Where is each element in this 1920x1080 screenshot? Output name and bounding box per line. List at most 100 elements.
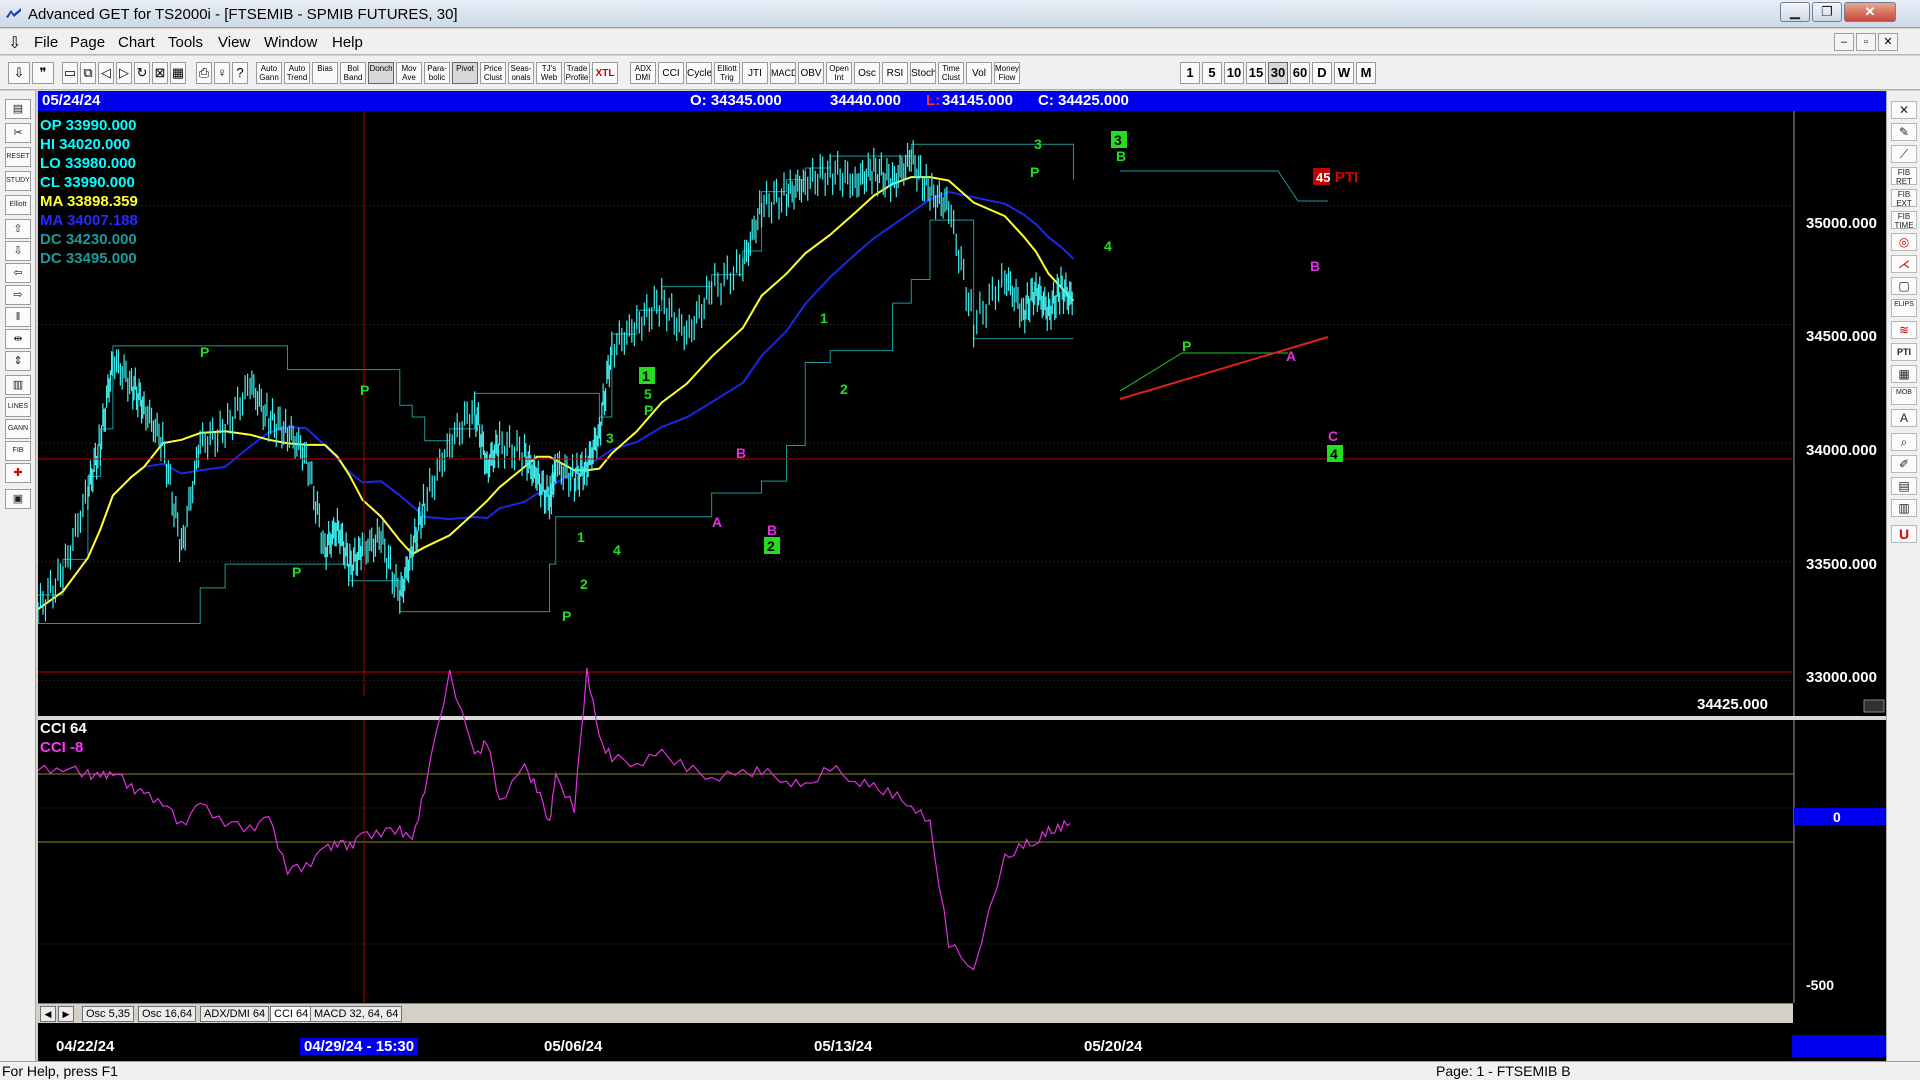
tool-mov-ave[interactable]: Mov Ave [396, 62, 422, 84]
menu-chart[interactable]: Chart [118, 34, 155, 51]
period-1[interactable]: 1 [1180, 62, 1200, 84]
mdi-restore-icon[interactable]: ▫ [1856, 33, 1876, 51]
elliott-icon[interactable]: Elliott [5, 195, 31, 215]
zoom-icon[interactable]: ⌕ [1891, 433, 1917, 451]
tool-time-clust[interactable]: Time Clust [938, 62, 964, 84]
fib-icon[interactable]: FIB [5, 441, 31, 461]
menu-view[interactable]: View [218, 34, 250, 51]
pencil-icon[interactable]: ✎ [1891, 123, 1917, 141]
tool-bol-band[interactable]: Bol Band [340, 62, 366, 84]
period-10[interactable]: 10 [1224, 62, 1244, 84]
pointer-icon[interactable]: ⇩ [8, 62, 30, 84]
maximize-button[interactable]: ❐ [1812, 2, 1842, 22]
tab-osc-5-35[interactable]: Osc 5,35 [82, 1006, 135, 1022]
fib-extension-icon[interactable]: FIB EXT [1891, 189, 1917, 208]
minimize-button[interactable]: ▁ [1780, 2, 1810, 22]
close-button[interactable]: ✕ [1844, 2, 1896, 22]
tool-money-flow[interactable]: Money Flow [994, 62, 1020, 84]
period-monthly[interactable]: M [1356, 62, 1376, 84]
period-weekly[interactable]: W [1334, 62, 1354, 84]
new-page-icon[interactable]: ▭ [62, 62, 78, 84]
period-30[interactable]: 30 [1268, 62, 1288, 84]
menu-tools[interactable]: Tools [168, 34, 203, 51]
grid-icon[interactable]: ▦ [170, 62, 186, 84]
tool-auto-gann[interactable]: Auto Gann [256, 62, 282, 84]
arrow-up-icon[interactable]: ⇧ [5, 219, 31, 239]
tool-trade-profile[interactable]: Trade Profile [564, 62, 590, 84]
copy-icon[interactable]: ⧉ [80, 62, 96, 84]
chart-window[interactable]: PPP15P3142PBAB2123P3B4PBAC4 35000.000 34… [38, 91, 1886, 1061]
open-folder-icon[interactable]: ▤ [5, 99, 31, 119]
tool-cycles[interactable]: Cycles [686, 62, 712, 84]
tool-pivot[interactable]: Pivot [452, 62, 478, 84]
fib-time-icon[interactable]: FIB TIME [1891, 211, 1917, 230]
tool-price-clust[interactable]: Price Clust [480, 62, 506, 84]
menu-file[interactable]: File [34, 34, 58, 51]
brush-icon[interactable]: ✐ [1891, 455, 1917, 473]
mob-icon[interactable]: MOB [1891, 387, 1917, 405]
tool-open-int[interactable]: Open Int [826, 62, 852, 84]
mdi-minimize-icon[interactable]: ‒ [1834, 33, 1854, 51]
tool-cci[interactable]: CCI [658, 62, 684, 84]
tool-obv[interactable]: OBV [798, 62, 824, 84]
compress-icon[interactable]: ‖ [5, 307, 31, 327]
text-tool-icon[interactable]: A [1891, 409, 1917, 427]
spiral-icon[interactable]: ◎ [1891, 233, 1917, 251]
period-60[interactable]: 60 [1290, 62, 1310, 84]
magnet-icon[interactable]: U [1891, 525, 1917, 543]
mdi-close-icon[interactable]: ✕ [1878, 33, 1898, 51]
tool-stoch[interactable]: Stoch [910, 62, 936, 84]
tab-adx-dmi-64[interactable]: ADX/DMI 64 [200, 1006, 270, 1022]
help-pointer-icon[interactable]: ? [232, 62, 248, 84]
tool-osc[interactable]: Osc [854, 62, 880, 84]
tab-next-icon[interactable]: ▶ [58, 1006, 74, 1022]
menu-page[interactable]: Page [70, 34, 105, 51]
tool-auto-trend[interactable]: Auto Trend [284, 62, 310, 84]
scissors-icon[interactable]: ✂ [5, 123, 31, 143]
box-icon[interactable]: ▢ [1891, 277, 1917, 295]
gann-icon[interactable]: GANN [5, 419, 31, 439]
pti-tool-icon[interactable]: PTI [1891, 343, 1917, 361]
tab-macd[interactable]: MACD 32, 64, 64 [310, 1006, 403, 1022]
menu-help[interactable]: Help [332, 34, 363, 51]
expand-horizontal-icon[interactable]: ⇹ [5, 329, 31, 349]
ellipse-icon[interactable]: ELIPS [1891, 299, 1917, 317]
grid-tool-icon[interactable]: ▤ [1891, 477, 1917, 495]
notes-icon[interactable]: ▥ [1891, 499, 1917, 517]
tool-seasonals[interactable]: Seas-onals [508, 62, 534, 84]
chart-small-icon[interactable] [1863, 699, 1885, 713]
period-15[interactable]: 15 [1246, 62, 1266, 84]
tab-osc-16-64[interactable]: Osc 16,64 [138, 1006, 197, 1022]
split-icon[interactable]: ▥ [5, 375, 31, 395]
chart-canvas[interactable]: PPP15P3142PBA B2123P3B4PBAC4 35000.000 34… [38, 91, 1886, 1061]
back-icon[interactable]: ◁ [98, 62, 114, 84]
channel-icon[interactable]: ≋ [1891, 321, 1917, 339]
tool-rsi[interactable]: RSI [882, 62, 908, 84]
tool-parabolic[interactable]: Para-bolic [424, 62, 450, 84]
refresh-icon[interactable]: ↻ [134, 62, 150, 84]
cross-tool-icon[interactable]: ✕ [1891, 101, 1917, 119]
tool-jti[interactable]: JTI [742, 62, 768, 84]
tool-adx-dmi[interactable]: ADX DMI [630, 62, 656, 84]
print-icon[interactable]: ⎙ [196, 62, 212, 84]
fib-retracement-icon[interactable]: FIB RET [1891, 167, 1917, 186]
pane-splitter[interactable] [38, 716, 1886, 720]
arrow-right-icon[interactable]: ⇨ [5, 285, 31, 305]
tool-elliott-trig[interactable]: Elliott Trig [714, 62, 740, 84]
crosshair-icon[interactable]: ✚ [5, 463, 31, 483]
delete-icon[interactable]: ⊠ [152, 62, 168, 84]
tool-macd[interactable]: MACD [770, 62, 796, 84]
arrow-left-icon[interactable]: ⇦ [5, 263, 31, 283]
lamp-icon[interactable]: ♀ [214, 62, 230, 84]
menu-window[interactable]: Window [264, 34, 317, 51]
study-icon[interactable]: STUDY [5, 171, 31, 191]
expand-vertical-icon[interactable]: ⇕ [5, 351, 31, 371]
period-5[interactable]: 5 [1202, 62, 1222, 84]
tool-donch[interactable]: Donch [368, 62, 394, 84]
document-icon[interactable]: ⇩ [8, 33, 21, 53]
tool-bias[interactable]: Bias [312, 62, 338, 84]
tool-tjs-web[interactable]: TJ's Web [536, 62, 562, 84]
fan-lines-icon[interactable]: ⟋ [1891, 145, 1917, 163]
period-daily[interactable]: D [1312, 62, 1332, 84]
tab-prev-icon[interactable]: ◀ [40, 1006, 56, 1022]
